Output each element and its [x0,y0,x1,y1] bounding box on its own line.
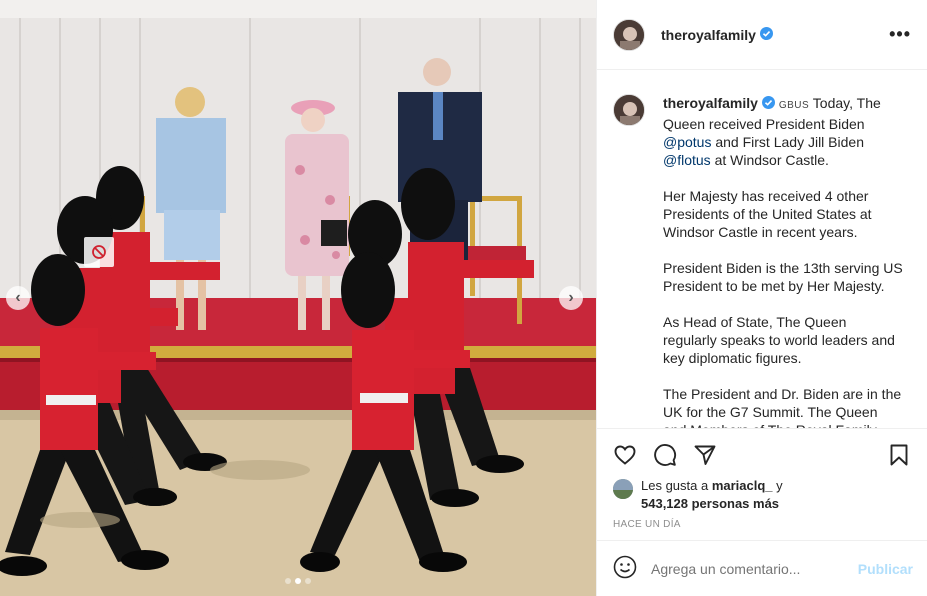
more-options-icon[interactable]: ••• [889,24,911,45]
carousel-dot [305,578,311,584]
likes-prefix: Les gusta a [641,478,712,493]
post-side-panel: theroyalfamily ••• theroyalfamily GBUS T… [596,0,927,596]
comment-input[interactable] [651,560,858,577]
post-timestamp[interactable]: HACE UN DÍA [613,519,911,530]
carousel-dot [285,578,291,584]
caption-paragraph: As Head of State, The Queen regularly sp… [663,314,895,366]
liker-avatar[interactable] [613,479,633,499]
verified-badge-icon [761,95,775,113]
comment-form: Publicar [597,540,927,596]
emoji-smiley-icon[interactable] [613,555,637,582]
username[interactable]: theroyalfamily [661,27,756,43]
liker-username[interactable]: mariaclq_ [712,478,773,493]
likes-mid: y [772,478,783,493]
carousel-dot-active [295,578,301,584]
caption-text-b: and First Lady Jill Biden [711,134,864,150]
comment-bubble-icon[interactable] [653,443,677,467]
caption-avatar[interactable] [613,94,645,126]
previous-photo-button[interactable]: ‹ [6,286,30,310]
post-photo[interactable]: ‹ › [0,0,596,596]
flag-text: GBUS [778,100,810,111]
save-bookmark-icon[interactable] [887,443,911,467]
caption-text: theroyalfamily GBUS Today, The Queen rec… [663,94,903,428]
carousel-indicator [0,578,596,584]
post-modal: ‹ › theroyalfamily ••• theroyalfamily GB… [0,0,927,596]
like-heart-icon[interactable] [613,443,637,467]
likes-summary: Les gusta a mariaclq_ y 543,128 personas… [613,477,911,513]
publish-comment-button[interactable]: Publicar [858,561,913,577]
likes-text: Les gusta a mariaclq_ y 543,128 personas… [641,477,783,513]
post-header: theroyalfamily ••• [597,0,927,70]
caption-paragraph: The President and Dr. Biden are in the U… [663,386,902,428]
post-actions: Les gusta a mariaclq_ y 543,128 personas… [597,428,927,540]
mention-link[interactable]: @potus [663,134,711,150]
caption-paragraph: President Biden is the 13th serving US P… [663,260,903,294]
avatar[interactable] [613,18,645,51]
photo-scene [0,0,596,596]
share-paper-plane-icon[interactable] [693,443,717,467]
caption-text-c: at Windsor Castle. [710,152,829,168]
caption-area: theroyalfamily GBUS Today, The Queen rec… [597,70,927,428]
mention-link[interactable]: @flotus [663,152,711,168]
restricted-icon [84,237,114,267]
likes-count[interactable]: 543,128 personas más [641,496,779,511]
action-icon-row [613,429,911,475]
caption-username[interactable]: theroyalfamily [663,95,758,111]
caption-paragraph: theroyalfamily GBUS Today, The Queen rec… [663,94,903,169]
verified-badge-icon [759,26,773,43]
caption-paragraph: Her Majesty has received 4 other Preside… [663,188,872,240]
next-photo-button[interactable]: › [559,286,583,310]
